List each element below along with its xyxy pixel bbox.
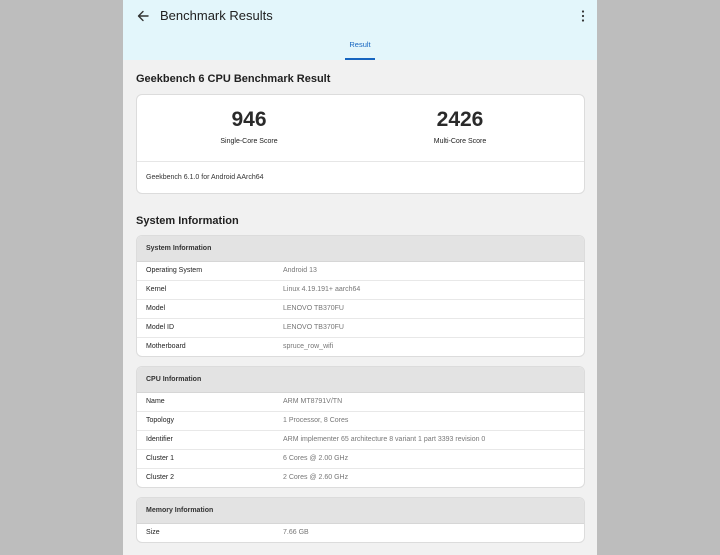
info-row: Topology 1 Processor, 8 Cores bbox=[137, 412, 584, 431]
info-row: Kernel Linux 4.19.191+ aarch64 bbox=[137, 281, 584, 300]
info-value: spruce_row_wifi bbox=[283, 343, 334, 350]
system-info-card: System Information Operating System Andro… bbox=[136, 235, 585, 357]
tab-result[interactable]: Result bbox=[345, 40, 375, 60]
result-heading: Geekbench 6 CPU Benchmark Result bbox=[136, 73, 331, 85]
info-key: Cluster 2 bbox=[146, 474, 175, 481]
info-key: Cluster 1 bbox=[146, 455, 175, 462]
info-key: Identifier bbox=[146, 436, 173, 443]
info-value: LENOVO TB370FU bbox=[283, 305, 344, 312]
tab-selected-indicator bbox=[345, 58, 375, 60]
section-header: System Information bbox=[137, 236, 584, 262]
info-key: Topology bbox=[146, 417, 175, 424]
info-row: Cluster 2 2 Cores @ 2.60 GHz bbox=[137, 469, 584, 487]
info-row: Name ARM MT8791V/TN bbox=[137, 393, 584, 412]
multi-core-score: 2426 bbox=[436, 108, 484, 131]
info-row: Size 7.66 GB bbox=[137, 524, 584, 542]
cpu-info-card: CPU Information Name ARM MT8791V/TN Topol… bbox=[136, 366, 585, 488]
geekbench-version: Geekbench 6.1.0 for Android AArch64 bbox=[146, 174, 264, 181]
info-row: Operating System Android 13 bbox=[137, 262, 584, 281]
info-row: Model ID LENOVO TB370FU bbox=[137, 319, 584, 338]
info-key: Name bbox=[146, 398, 165, 405]
system-information-heading: System Information bbox=[136, 215, 239, 227]
info-value: ARM implementer 65 architecture 8 varian… bbox=[283, 436, 486, 443]
info-key: Motherboard bbox=[146, 343, 186, 350]
section-header: CPU Information bbox=[137, 367, 584, 393]
page-title: Benchmark Results bbox=[160, 8, 273, 23]
info-value: ARM MT8791V/TN bbox=[283, 398, 343, 405]
info-key: Size bbox=[146, 529, 160, 536]
info-value: 1 Processor, 8 Cores bbox=[283, 417, 349, 424]
more-vert-icon[interactable] bbox=[580, 9, 586, 23]
info-row: Motherboard spruce_row_wifi bbox=[137, 338, 584, 356]
info-value: 2 Cores @ 2.60 GHz bbox=[283, 474, 349, 481]
section-header: Memory Information bbox=[137, 498, 584, 524]
divider bbox=[137, 161, 584, 162]
info-row: Cluster 1 6 Cores @ 2.00 GHz bbox=[137, 450, 584, 469]
info-value: 6 Cores @ 2.00 GHz bbox=[283, 455, 349, 462]
info-value: LENOVO TB370FU bbox=[283, 324, 344, 331]
score-card: 946 Single-Core Score 2426 Multi-Core Sc… bbox=[136, 94, 585, 194]
info-row: Identifier ARM implementer 65 architectur… bbox=[137, 431, 584, 450]
multi-core-label: Multi-Core Score bbox=[433, 138, 487, 145]
info-key: Model bbox=[146, 305, 166, 312]
info-value: 7.66 GB bbox=[283, 529, 309, 536]
app-bar: Benchmark Results Result bbox=[123, 0, 597, 60]
app-window: Benchmark Results Result Geekbench 6 CPU… bbox=[123, 0, 597, 555]
tab-result-label: Result bbox=[349, 40, 371, 49]
info-key: Operating System bbox=[146, 267, 203, 274]
arrow-left-icon[interactable] bbox=[135, 8, 151, 24]
info-value: Android 13 bbox=[283, 267, 317, 274]
info-key: Kernel bbox=[146, 286, 167, 293]
info-key: Model ID bbox=[146, 324, 175, 331]
info-value: Linux 4.19.191+ aarch64 bbox=[283, 286, 361, 293]
single-core-label: Single-Core Score bbox=[220, 138, 278, 145]
info-row: Model LENOVO TB370FU bbox=[137, 300, 584, 319]
memory-info-card: Memory Information Size 7.66 GB bbox=[136, 497, 585, 543]
single-core-score: 946 bbox=[231, 108, 267, 131]
